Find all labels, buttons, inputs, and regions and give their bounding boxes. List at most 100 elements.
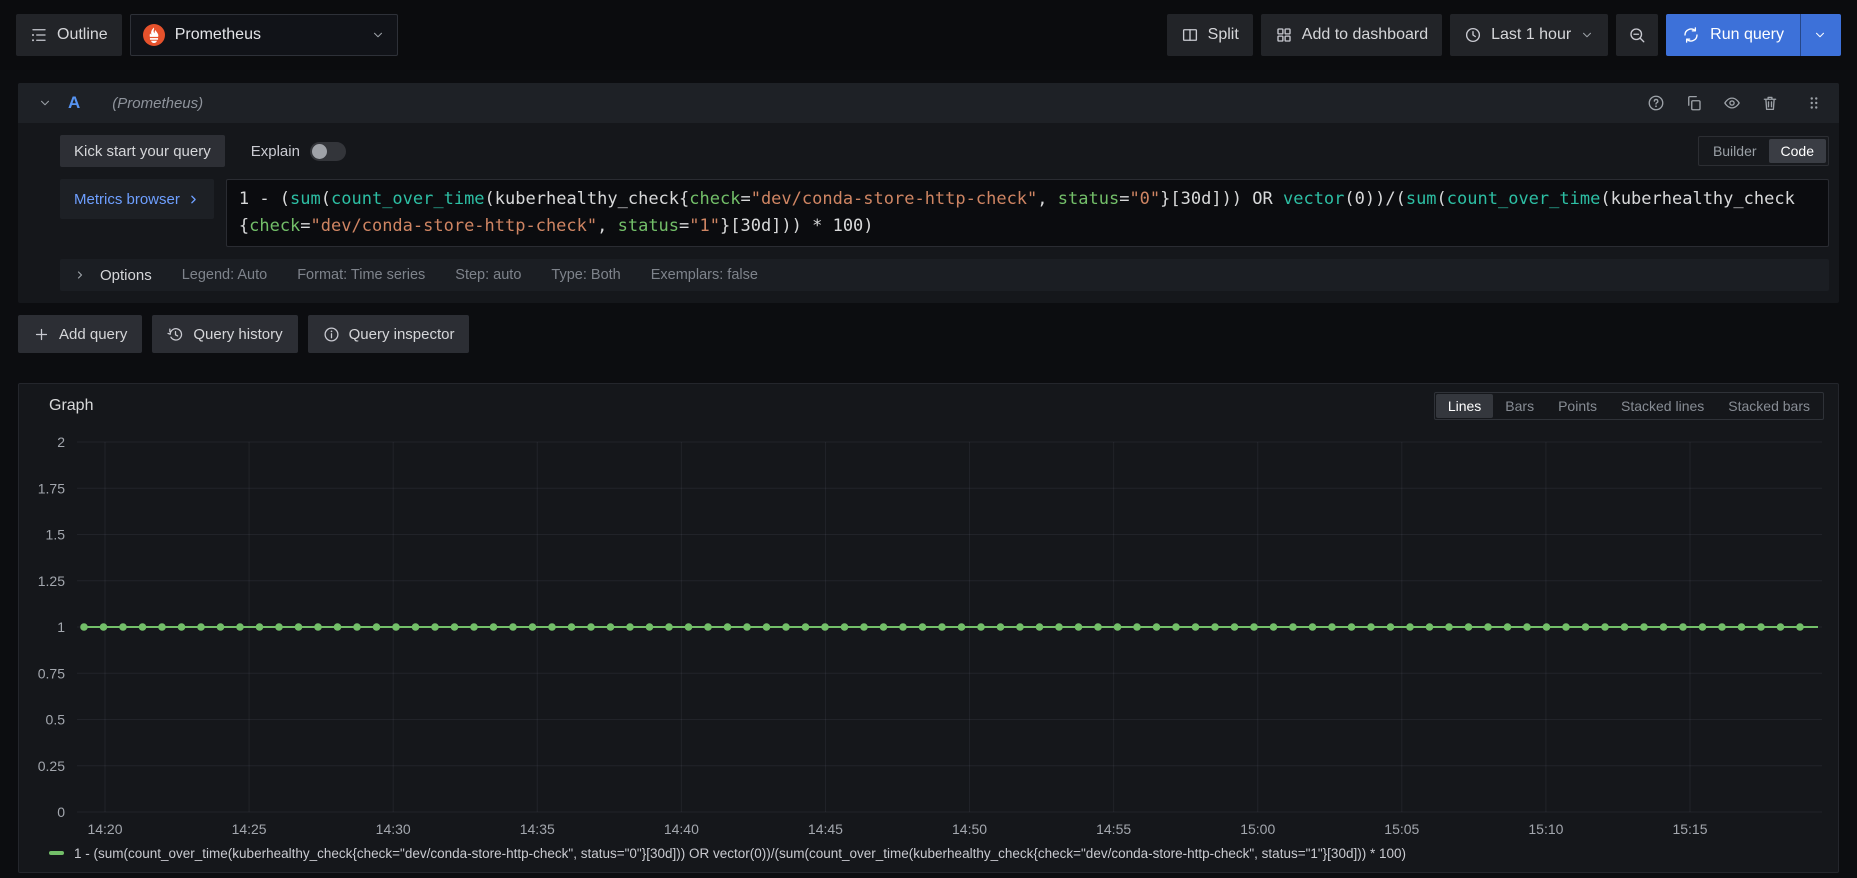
time-range-picker[interactable]: Last 1 hour <box>1450 14 1609 56</box>
series-point <box>1406 623 1414 631</box>
x-axis-tick-label: 15:05 <box>1384 821 1419 837</box>
outline-label: Outline <box>57 26 108 43</box>
series-point <box>548 623 556 631</box>
outline-button[interactable]: Outline <box>16 14 122 56</box>
x-axis-tick-label: 14:35 <box>520 821 555 837</box>
series-point <box>704 623 712 631</box>
zoom-out-button[interactable] <box>1616 14 1659 56</box>
toggle-query-visibility-button[interactable] <box>1723 94 1741 112</box>
drag-query-handle[interactable] <box>1805 94 1823 112</box>
add-query-button[interactable]: Add query <box>18 315 143 353</box>
series-point <box>996 623 1005 631</box>
series-point <box>1094 623 1102 631</box>
x-axis-tick-label: 14:30 <box>376 821 411 837</box>
duplicate-query-button[interactable] <box>1685 94 1703 112</box>
y-axis-tick-label: 0.5 <box>46 712 66 728</box>
series-point <box>1484 623 1492 631</box>
series-point <box>1113 623 1122 631</box>
trash-icon <box>1763 96 1777 111</box>
series-point <box>1523 623 1531 631</box>
editor-mode-code[interactable]: Code <box>1768 139 1826 163</box>
editor-mode-builder[interactable]: Builder <box>1701 139 1769 163</box>
run-query-dropdown[interactable] <box>1800 14 1835 56</box>
copy-icon <box>1688 95 1701 111</box>
chevron-right-icon <box>191 195 196 203</box>
series-point <box>1659 623 1668 631</box>
metrics-browser-button[interactable]: Metrics browser <box>60 179 214 219</box>
outline-icon <box>32 29 46 42</box>
add-to-dashboard-button[interactable]: Add to dashboard <box>1260 14 1443 56</box>
series-point <box>119 623 127 631</box>
query-option-item: Type: Both <box>551 267 621 283</box>
datasource-picker[interactable]: Prometheus <box>129 14 398 56</box>
x-axis-tick-label: 15:10 <box>1528 821 1563 837</box>
series-point <box>1191 623 1200 631</box>
x-axis-tick-label: 14:25 <box>232 821 267 837</box>
series-point <box>177 623 186 631</box>
chevron-down-icon <box>373 32 382 38</box>
series-point <box>489 623 498 631</box>
query-options-row[interactable]: Options Legend: Auto Format: Time series S… <box>60 259 1829 291</box>
legend-series-swatch[interactable] <box>49 851 64 855</box>
series-point <box>1269 623 1278 631</box>
graph-style-stacked-lines[interactable]: Stacked lines <box>1609 394 1716 418</box>
x-axis-tick-label: 14:20 <box>87 821 122 837</box>
series-point <box>372 623 381 631</box>
series-point <box>1250 623 1258 631</box>
legend-series-label[interactable]: 1 - (sum(count_over_time(kuberhealthy_ch… <box>74 846 1406 861</box>
graph-style-points[interactable]: Points <box>1546 394 1609 418</box>
y-axis-tick-label: 2 <box>57 434 65 450</box>
series-point <box>236 623 244 631</box>
query-help-button[interactable] <box>1647 94 1665 112</box>
query-row-header: A (Prometheus) <box>18 83 1839 123</box>
series-point <box>1679 623 1687 631</box>
series-point <box>743 623 751 631</box>
series-point <box>1562 623 1570 631</box>
graph-style-lines[interactable]: Lines <box>1435 394 1494 418</box>
series-point <box>587 623 595 631</box>
info-circle-icon <box>324 326 339 342</box>
query-actions-bar: Add query Query history Query inspector <box>18 315 1839 353</box>
y-axis-tick-label: 1.5 <box>46 527 66 543</box>
run-query-button[interactable]: Run query <box>1666 14 1841 56</box>
graph-style-radio-group: Lines Bars Points Stacked lines Stacked bars <box>1433 392 1824 420</box>
grafana-explore-page: Outline Prometheus Split Add to dashboar… <box>0 0 1857 873</box>
query-ref-id: A <box>68 93 81 112</box>
series-point <box>1133 623 1141 631</box>
editor-mode-switch: Builder Code <box>1697 136 1829 166</box>
explain-toggle[interactable] <box>309 141 346 161</box>
split-button[interactable]: Split <box>1166 14 1253 56</box>
timeseries-chart[interactable]: 2 1.75 1.5 1.25 1 0.75 0.5 0.25 0 14:20 14:25 14:30… <box>19 428 1838 842</box>
query-inspector-button[interactable]: Query inspector <box>307 315 470 353</box>
options-label: Options <box>100 266 152 284</box>
series-point <box>528 623 537 631</box>
series-point <box>938 623 946 631</box>
promql-code-editor[interactable]: 1 - (sum(count_over_time(kuberhealthy_ch… <box>225 179 1829 247</box>
series-point <box>1308 623 1317 631</box>
series-point <box>1757 623 1765 631</box>
remove-query-button[interactable] <box>1761 94 1779 112</box>
query-history-button[interactable]: Query history <box>152 315 298 353</box>
promql-code-line: 1 - (sum(count_over_time(kuberhealthy_ch… <box>238 189 1795 209</box>
series-point <box>1016 623 1024 631</box>
history-icon <box>167 327 183 341</box>
run-query-label: Run query <box>1710 26 1784 43</box>
series-point <box>665 623 673 631</box>
chevron-right-icon <box>77 271 83 279</box>
graph-style-stacked-bars[interactable]: Stacked bars <box>1716 394 1822 418</box>
toolbar-left: Outline Prometheus <box>16 14 398 56</box>
graph-style-bars[interactable]: Bars <box>1493 394 1546 418</box>
x-axis-tick-label: 15:00 <box>1240 821 1275 837</box>
timeseries-chart-area[interactable]: 2 1.75 1.5 1.25 1 0.75 0.5 0.25 0 14:20 14:25 14:30… <box>19 428 1838 842</box>
chevron-down-icon <box>1583 32 1592 38</box>
metrics-browser-label: Metrics browser <box>74 190 180 208</box>
series-point <box>1776 623 1785 631</box>
series-point <box>1328 623 1336 631</box>
kick-start-query-button[interactable]: Kick start your query <box>60 135 225 167</box>
time-range-label: Last 1 hour <box>1491 26 1572 43</box>
collapse-query-button[interactable] <box>34 92 56 114</box>
series-point <box>450 623 459 631</box>
series-point <box>1152 623 1161 631</box>
series-point <box>255 623 264 631</box>
query-option-item: Exemplars: false <box>650 267 758 283</box>
